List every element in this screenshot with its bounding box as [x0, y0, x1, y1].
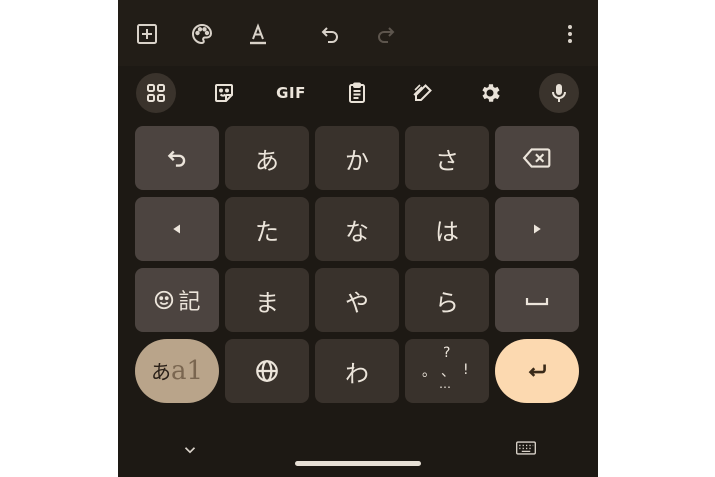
- smiley-icon: [155, 290, 174, 310]
- keyboard-tool-strip: GIF: [118, 66, 598, 118]
- backspace-key[interactable]: [495, 126, 579, 190]
- settings-gear-icon[interactable]: [470, 73, 510, 113]
- punctuation-key[interactable]: ? 。 、 ! …: [405, 339, 489, 403]
- input-mode-label: あa1: [151, 356, 203, 386]
- mode-alnum-label: a1: [170, 356, 204, 386]
- undo-arrow-icon: [167, 150, 186, 167]
- undo-key[interactable]: [135, 126, 219, 190]
- input-mode-key[interactable]: あa1: [135, 339, 219, 403]
- key-label: な: [345, 217, 369, 246]
- gif-label: GIF: [276, 84, 306, 102]
- add-box-icon[interactable]: [134, 21, 160, 47]
- clipboard-icon[interactable]: [337, 73, 377, 113]
- space-key[interactable]: [495, 268, 579, 332]
- gif-icon[interactable]: GIF: [271, 73, 311, 113]
- key-sa[interactable]: さ: [405, 126, 489, 190]
- key-label: や: [345, 288, 369, 317]
- apps-grid-icon[interactable]: [136, 73, 176, 113]
- editor-toolbar: [118, 0, 598, 66]
- key-ra[interactable]: ら: [405, 268, 489, 332]
- key-label: か: [345, 146, 369, 175]
- keyboard-screen: GIF あ か さ た な は 記 ま や ら あa1 わ ? 。 、 ! …: [118, 0, 598, 477]
- key-label: あ: [255, 146, 279, 175]
- palette-icon[interactable]: [189, 21, 215, 47]
- key-label: わ: [345, 359, 369, 388]
- key-ha[interactable]: は: [405, 197, 489, 261]
- cursor-left-key[interactable]: [135, 197, 219, 261]
- globe-icon: [256, 360, 278, 382]
- key-ta[interactable]: た: [225, 197, 309, 261]
- key-label: さ: [435, 146, 459, 175]
- key-ka[interactable]: か: [315, 126, 399, 190]
- keyboard-switcher-icon[interactable]: [514, 438, 538, 458]
- kigo-label: 記: [178, 290, 201, 315]
- punctuation-flick-labels: ? 。 、 ! …: [405, 339, 489, 403]
- enter-key[interactable]: [495, 339, 579, 403]
- undo-icon[interactable]: [317, 21, 343, 47]
- backspace-icon: [522, 148, 551, 168]
- microphone-icon[interactable]: [539, 73, 579, 113]
- key-ma[interactable]: ま: [225, 268, 309, 332]
- enter-arrow-icon: [528, 364, 546, 377]
- key-label: た: [255, 217, 279, 246]
- punct-left: 。: [422, 364, 436, 380]
- space-bar-icon: [525, 298, 549, 306]
- redo-icon[interactable]: [373, 21, 399, 47]
- mode-kana-label: あ: [150, 360, 171, 384]
- key-label: は: [435, 217, 459, 246]
- key-na[interactable]: な: [315, 197, 399, 261]
- handwriting-icon[interactable]: [403, 73, 443, 113]
- key-label: ら: [435, 288, 459, 317]
- triangle-right-icon: [534, 224, 541, 234]
- sticker-icon[interactable]: [204, 73, 244, 113]
- text-format-icon[interactable]: [245, 21, 271, 47]
- punct-right: !: [463, 362, 469, 378]
- cursor-right-key[interactable]: [495, 197, 579, 261]
- language-switch-key[interactable]: [225, 339, 309, 403]
- triangle-left-icon: [173, 224, 180, 234]
- punct-bottom: …: [439, 377, 451, 391]
- more-vert-icon[interactable]: [557, 21, 583, 47]
- emoji-symbol-label: 記: [153, 284, 201, 316]
- punct-top: ?: [443, 345, 451, 361]
- key-ya[interactable]: や: [315, 268, 399, 332]
- gesture-nav-handle[interactable]: [295, 461, 421, 466]
- hide-keyboard-icon[interactable]: [180, 440, 200, 460]
- key-label: ま: [255, 288, 279, 317]
- emoji-symbol-key[interactable]: 記: [135, 268, 219, 332]
- key-wa[interactable]: わ: [315, 339, 399, 403]
- key-a[interactable]: あ: [225, 126, 309, 190]
